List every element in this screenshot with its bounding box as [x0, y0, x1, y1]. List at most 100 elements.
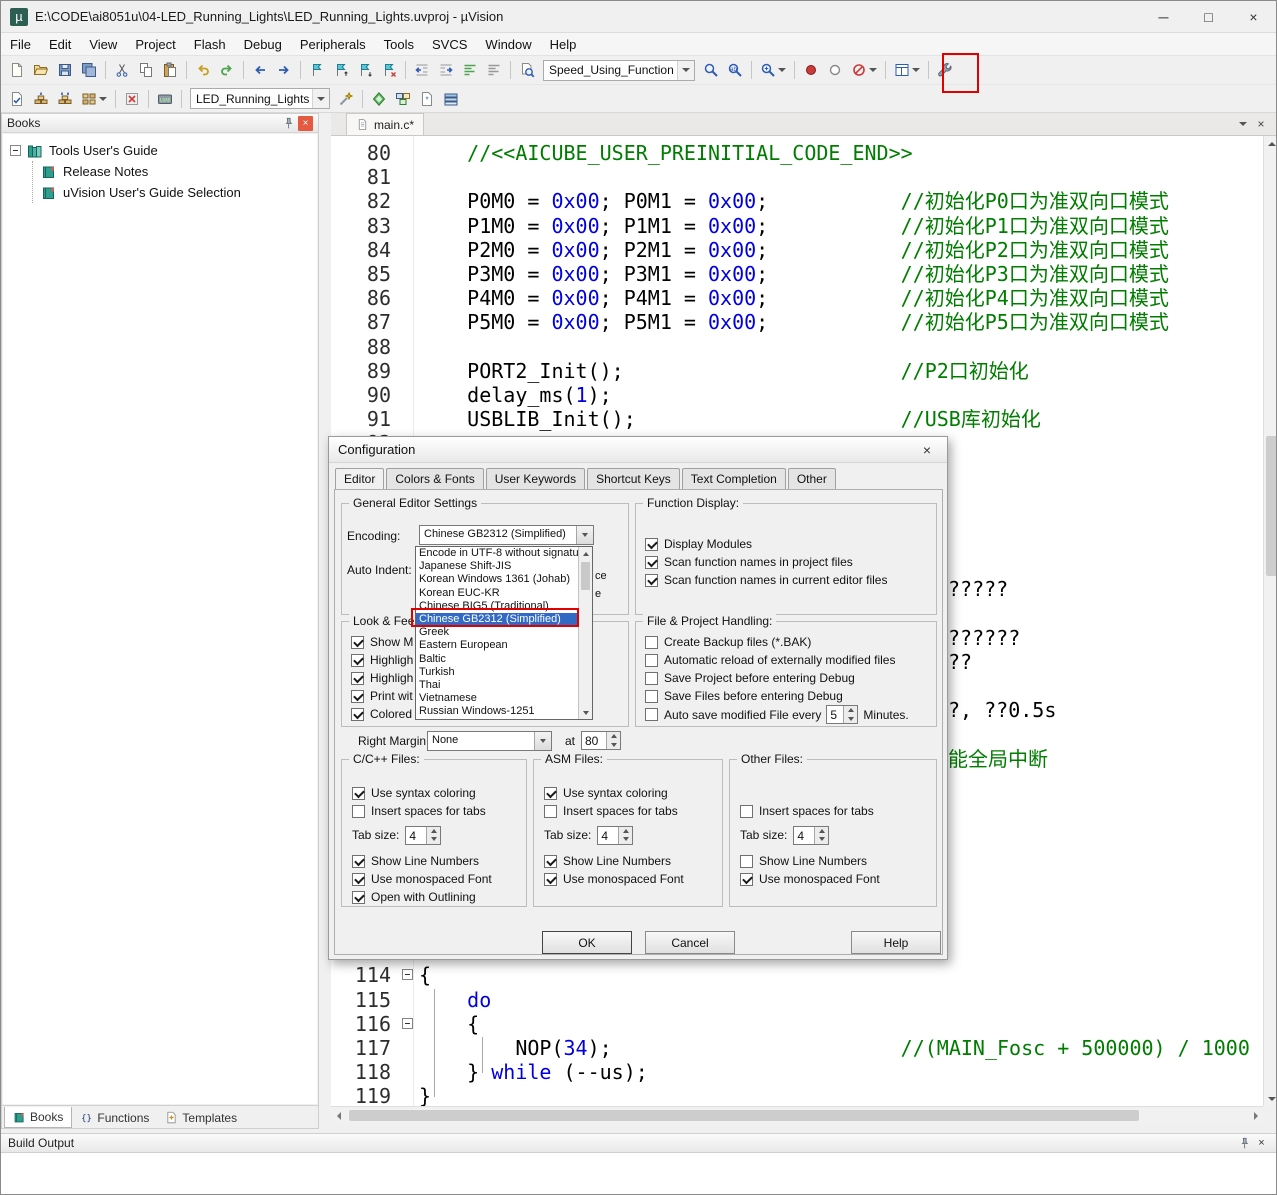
vertical-scroll-thumb[interactable] [1266, 436, 1277, 576]
encoding-dropdown-button[interactable] [576, 526, 593, 544]
menu-svcs[interactable]: SVCS [423, 34, 476, 55]
tree-expander-icon[interactable] [10, 145, 21, 156]
menu-window[interactable]: Window [476, 34, 540, 55]
dialog-tab-user-keywords[interactable]: User Keywords [486, 468, 585, 491]
checkbox-scan-function-names-in-current-editor-files[interactable]: Scan function names in current editor fi… [645, 571, 887, 589]
cancel-button[interactable]: Cancel [645, 931, 735, 954]
software-packs-button[interactable] [439, 87, 463, 111]
pin-icon[interactable] [281, 116, 296, 131]
zoom-button[interactable] [756, 58, 790, 82]
clear-bookmarks-button[interactable] [377, 58, 401, 82]
toggle-bookmark-button[interactable] [305, 58, 329, 82]
configure-uvision-button[interactable] [933, 58, 957, 82]
window-layout-button[interactable] [890, 58, 924, 82]
find-text-combo[interactable]: Speed_Using_Function [543, 60, 695, 81]
fold-collapse-icon[interactable] [402, 969, 413, 980]
tree-item-tools-user-s-guide[interactable]: Tools User's Guide [7, 140, 313, 161]
right-margin-column-spinner[interactable]: 80 [581, 731, 621, 750]
uncomment-selection-button[interactable] [482, 58, 506, 82]
menu-flash[interactable]: Flash [185, 34, 235, 55]
scroll-down-arrow[interactable] [579, 706, 592, 719]
encoding-option-turkish[interactable]: Turkish [416, 666, 578, 679]
navigate-back-button[interactable] [248, 58, 272, 82]
tab-close-button[interactable]: × [1252, 115, 1270, 133]
translate-file-button[interactable] [5, 87, 29, 111]
cut-button[interactable] [110, 58, 134, 82]
asm-files-tab-size-spinner[interactable]: 4 [597, 826, 633, 845]
autosave-minutes-spinner[interactable]: 5 [826, 705, 858, 724]
tab-list-dropdown-button[interactable] [1234, 115, 1252, 133]
spin-down-button[interactable] [619, 835, 632, 844]
stop-build-button[interactable] [120, 87, 144, 111]
checkbox-print-wit[interactable]: Print wit [351, 687, 413, 705]
encoding-option-korean-windows-1361-johab[interactable]: Korean Windows 1361 (Johab) [416, 573, 578, 586]
insert-breakpoint-button[interactable] [799, 58, 823, 82]
checkbox-show-line-numbers[interactable]: Show Line Numbers [740, 852, 936, 870]
encoding-option-russian-windows-1251[interactable]: Russian Windows-1251 [416, 705, 578, 718]
encoding-option-korean-euc-kr[interactable]: Korean EUC-KR [416, 587, 578, 600]
right-margin-combobox[interactable]: None [427, 731, 552, 751]
menu-peripherals[interactable]: Peripherals [291, 34, 375, 55]
spin-down-button[interactable] [607, 741, 620, 750]
manage-rte-button[interactable] [367, 87, 391, 111]
checkbox-open-with-outlining[interactable]: Open with Outlining [352, 888, 526, 906]
spin-up-button[interactable] [619, 827, 632, 836]
build-output-close-button[interactable]: × [1254, 1136, 1269, 1151]
navigate-forward-button[interactable] [272, 58, 296, 82]
checkbox-use-syntax-coloring[interactable]: Use syntax coloring [544, 784, 722, 802]
spin-up-button[interactable] [815, 827, 828, 836]
autosave-option[interactable]: Auto save modified File every 5 Minutes. [645, 705, 909, 724]
encoding-option-thai[interactable]: Thai [416, 679, 578, 692]
dropdown-scrollbar[interactable] [578, 547, 592, 719]
checkbox-use-syntax-coloring[interactable]: Use syntax coloring [352, 784, 526, 802]
tree-item-uvision-user-s-guide-selection[interactable]: uVision User's Guide Selection [41, 182, 313, 203]
new-file-button[interactable] [5, 58, 29, 82]
redo-button[interactable] [215, 58, 239, 82]
comment-selection-button[interactable] [458, 58, 482, 82]
pin-icon[interactable] [1237, 1136, 1252, 1151]
encoding-option-chinese-big5-traditional[interactable]: Chinese BIG5 (Traditional) [416, 600, 578, 613]
find-in-files-button[interactable] [515, 58, 539, 82]
previous-bookmark-button[interactable] [329, 58, 353, 82]
open-file-button[interactable] [29, 58, 53, 82]
encoding-option-greek[interactable]: Greek [416, 626, 578, 639]
checkbox-use-monospaced-font[interactable]: Use monospaced Font [352, 870, 526, 888]
other-files-tab-size-spinner[interactable]: 4 [793, 826, 829, 845]
encoding-option-japanese-shift-jis[interactable]: Japanese Shift-JIS [416, 560, 578, 573]
dialog-tab-shortcut-keys[interactable]: Shortcut Keys [587, 468, 680, 491]
checkbox-save-project-before-entering-debug[interactable]: Save Project before entering Debug [645, 669, 895, 687]
checkbox-show-m[interactable]: Show M [351, 633, 413, 651]
checkbox-use-monospaced-font[interactable]: Use monospaced Font [740, 870, 936, 888]
checkbox-scan-function-names-in-project-files[interactable]: Scan function names in project files [645, 553, 887, 571]
checkbox-highligh[interactable]: Highligh [351, 669, 413, 687]
select-target-combo-dropdown-button[interactable] [312, 89, 329, 108]
spin-up-button[interactable] [844, 706, 857, 715]
find-text-combo-dropdown-button[interactable] [677, 61, 694, 80]
save-all-button[interactable] [77, 58, 101, 82]
dialog-tab-text-completion[interactable]: Text Completion [682, 468, 786, 491]
encoding-combobox[interactable]: Chinese GB2312 (Simplified) [419, 525, 594, 545]
horizontal-scroll-thumb[interactable] [349, 1110, 1139, 1121]
dialog-title-bar[interactable]: Configuration × [329, 437, 947, 463]
download-button[interactable]: LOAD [153, 87, 177, 111]
incremental-find-button[interactable]: ab [723, 58, 747, 82]
checkbox-insert-spaces-for-tabs[interactable]: Insert spaces for tabs [740, 802, 936, 820]
menu-view[interactable]: View [80, 34, 126, 55]
editor-vertical-scrollbar[interactable] [1263, 136, 1277, 1106]
scroll-up-arrow[interactable] [579, 547, 592, 560]
ok-button[interactable]: OK [542, 931, 632, 954]
checkbox-show-line-numbers[interactable]: Show Line Numbers [544, 852, 722, 870]
encoding-option-chinese-gb2312-simplified[interactable]: Chinese GB2312 (Simplified) [416, 613, 578, 626]
books-close-button[interactable]: × [298, 116, 313, 131]
paste-button[interactable] [158, 58, 182, 82]
editor-horizontal-scrollbar[interactable] [331, 1106, 1263, 1123]
dialog-tab-other[interactable]: Other [788, 468, 836, 491]
batch-build-button[interactable] [77, 87, 111, 111]
tab-main-c[interactable]: main.c* [346, 113, 424, 135]
checkbox-display-modules[interactable]: Display Modules [645, 535, 887, 553]
menu-debug[interactable]: Debug [235, 34, 291, 55]
unindent-button[interactable] [410, 58, 434, 82]
scroll-up-arrow[interactable] [1264, 136, 1277, 151]
dialog-tab-colors-fonts[interactable]: Colors & Fonts [386, 468, 483, 491]
find-button[interactable] [699, 58, 723, 82]
